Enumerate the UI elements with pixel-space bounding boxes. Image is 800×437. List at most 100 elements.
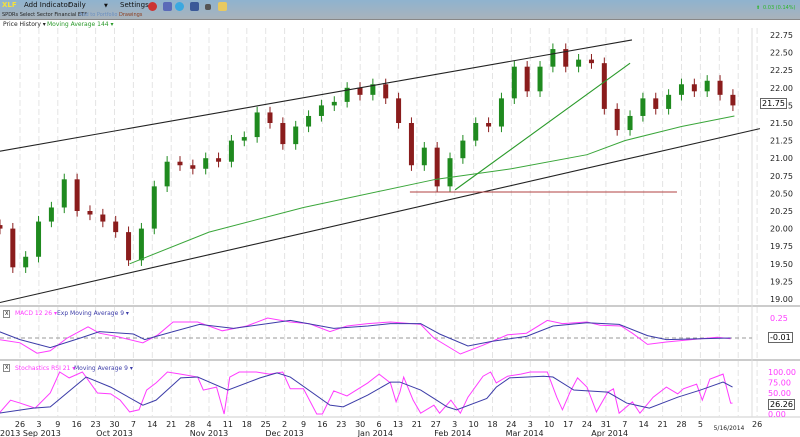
candle <box>460 140 466 159</box>
rsi-tick: 100.00 <box>768 368 796 377</box>
candle <box>421 147 427 166</box>
month-label: Oct 2013 <box>96 429 133 437</box>
candle <box>280 123 286 145</box>
ma144-legend[interactable]: Moving Average 144 ▾ <box>47 21 114 28</box>
candle <box>730 94 736 106</box>
date-tick: 23 <box>336 420 346 429</box>
date-tick: 31 <box>601 420 611 429</box>
candle <box>48 207 54 222</box>
candle <box>550 49 556 67</box>
month-label: Feb 2014 <box>434 429 471 437</box>
candle <box>576 59 582 67</box>
date-tick: 10 <box>544 420 554 429</box>
candle <box>678 84 684 95</box>
macd-legend[interactable]: MACD 12 26 ▾ <box>15 310 57 317</box>
candle <box>10 228 16 268</box>
price-tick: 22.50 <box>770 49 793 58</box>
date-tick: 13 <box>393 420 403 429</box>
price-tick: 21.50 <box>770 119 793 128</box>
date-tick: 30 <box>355 420 365 429</box>
candle <box>151 186 157 229</box>
candle <box>241 137 247 141</box>
candle <box>666 94 672 109</box>
date-tick: 21 <box>658 420 668 429</box>
rsi-line <box>0 371 733 415</box>
date-stamp: 5/16/2014 <box>714 425 745 432</box>
signal-legend[interactable]: Exp Moving Average 9 ▾ <box>57 310 129 317</box>
date-tick: 26 <box>15 420 25 429</box>
date-tick: 27 <box>431 420 441 429</box>
date-tick: 9 <box>55 420 60 429</box>
candle <box>653 98 659 109</box>
date-tick: 4 <box>206 420 211 429</box>
candle <box>691 84 697 92</box>
date-tick: 26 <box>752 420 762 429</box>
candle <box>254 112 260 138</box>
candle <box>74 179 80 211</box>
price-history-legend[interactable]: Price History ▾ <box>3 21 46 28</box>
macd-value-badge: -0.01 <box>768 332 793 343</box>
price-tick: 19.25 <box>770 277 793 286</box>
macd-line <box>0 317 731 355</box>
candle <box>473 123 479 141</box>
candle <box>614 108 620 131</box>
date-tick: 11 <box>223 420 233 429</box>
candle <box>87 211 93 215</box>
rsi-ma-legend[interactable]: Moving Average 9 ▾ <box>74 365 133 372</box>
date-tick: 21 <box>412 420 422 429</box>
candle <box>511 66 517 99</box>
rsi-ma-line <box>0 372 733 414</box>
close-rsi-button[interactable]: X <box>3 364 11 372</box>
date-tick: 25 <box>261 420 271 429</box>
candle <box>588 59 594 64</box>
date-tick: 16 <box>317 420 327 429</box>
price-tick: 22.25 <box>770 66 793 75</box>
date-tick: 5 <box>698 420 703 429</box>
candle <box>524 66 530 92</box>
date-tick: 2 <box>282 420 287 429</box>
candle <box>203 158 209 169</box>
month-label: Mar 2014 <box>506 429 544 437</box>
price-tick: 19.00 <box>770 295 793 304</box>
date-tick: 14 <box>639 420 649 429</box>
candle <box>228 140 234 162</box>
candle <box>498 98 504 127</box>
rsi-legend[interactable]: Stochastics RSI 21 ▾ <box>15 365 75 372</box>
candle <box>396 98 402 123</box>
close-macd-button[interactable]: X <box>3 310 11 318</box>
candle <box>318 105 324 116</box>
candle <box>704 80 710 92</box>
date-tick: 3 <box>452 420 457 429</box>
candle <box>640 98 646 116</box>
date-tick: 23 <box>91 420 101 429</box>
date-tick: 28 <box>185 420 195 429</box>
date-tick: 24 <box>506 420 516 429</box>
candle <box>486 123 492 127</box>
candle <box>164 161 170 187</box>
rsi-tick: 50.00 <box>768 389 791 398</box>
candle <box>306 115 312 127</box>
candle <box>113 221 119 233</box>
date-tick: 7 <box>622 420 627 429</box>
month-label: Jan 2014 <box>357 429 393 437</box>
candle <box>383 84 389 99</box>
rsi-tick: 0.00 <box>768 410 786 419</box>
candle <box>537 66 543 92</box>
date-tick: 14 <box>147 420 157 429</box>
date-tick: 9 <box>301 420 306 429</box>
month-label: Nov 2013 <box>190 429 229 437</box>
candle <box>293 126 299 145</box>
candle <box>138 228 144 261</box>
price-tick: 22.00 <box>770 84 793 93</box>
candle <box>434 147 440 187</box>
date-tick: 3 <box>36 420 41 429</box>
candle <box>100 214 106 222</box>
price-tick: 21.00 <box>770 154 793 163</box>
date-tick: 6 <box>377 420 382 429</box>
price-tick: 21.25 <box>770 137 793 146</box>
date-tick: 18 <box>487 420 497 429</box>
candle <box>601 63 607 109</box>
candle <box>627 115 633 131</box>
price-tick: 22.75 <box>770 31 793 40</box>
candle <box>36 221 42 257</box>
